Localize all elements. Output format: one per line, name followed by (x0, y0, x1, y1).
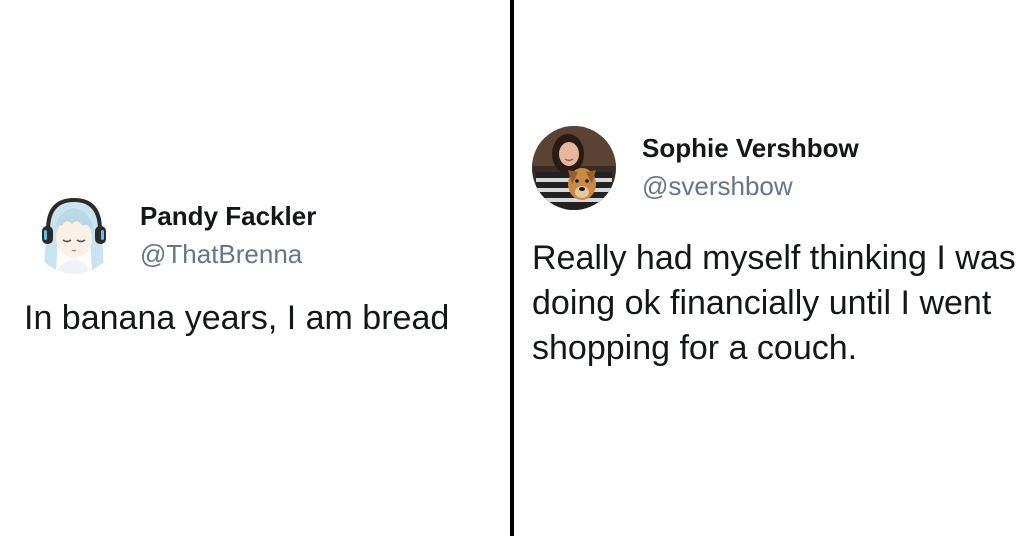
display-name[interactable]: Pandy Fackler (140, 199, 316, 233)
meme-canvas: Pandy Fackler @ThatBrenna In banana year… (0, 0, 1024, 536)
tweet-text: Really had myself thinking I was doing o… (532, 239, 1016, 367)
display-name[interactable]: Sophie Vershbow (642, 131, 859, 165)
woman-with-dog-avatar-icon (532, 126, 616, 210)
tweet-card-right: Sophie Vershbow @svershbow Really had my… (532, 126, 1018, 371)
anime-girl-headphones-avatar-icon (32, 190, 116, 274)
user-handle[interactable]: @ThatBrenna (140, 237, 316, 271)
tweet-card-left: Pandy Fackler @ThatBrenna In banana year… (24, 190, 504, 341)
user-handle[interactable]: @svershbow (642, 169, 859, 203)
tweet-text: In banana years, I am bread (24, 299, 450, 337)
name-block: Sophie Vershbow @svershbow (642, 131, 859, 203)
tweet-header: Pandy Fackler @ThatBrenna (24, 190, 504, 274)
tweet-header: Sophie Vershbow @svershbow (532, 126, 1018, 210)
avatar[interactable] (32, 190, 116, 274)
name-block: Pandy Fackler @ThatBrenna (140, 199, 316, 271)
center-divider (510, 0, 514, 536)
avatar[interactable] (532, 126, 616, 210)
